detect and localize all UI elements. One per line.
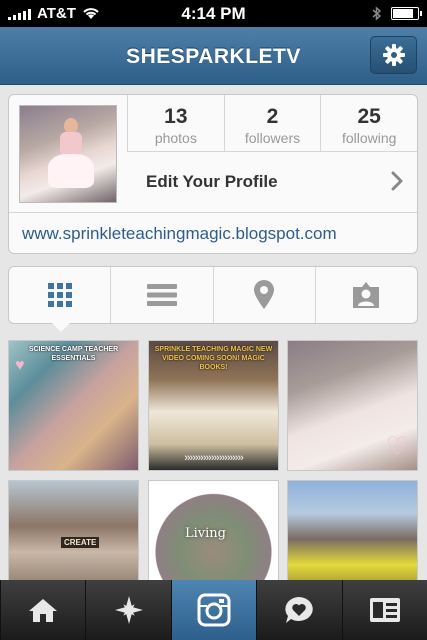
stat-photos[interactable]: 13 photos — [127, 95, 224, 151]
photo-thumbnail[interactable]: SPRINKLE TEACHING MAGIC NEW VIDEO COMING… — [148, 340, 279, 471]
list-icon — [146, 284, 177, 306]
tab-profile[interactable] — [341, 580, 427, 640]
stat-label: followers — [244, 130, 301, 146]
profile-card-icon — [369, 598, 400, 622]
profile-card: 13 photos 2 followers 25 following Edit … — [8, 94, 418, 254]
page-title: SHESPARKLETV — [126, 45, 301, 68]
battery-icon — [391, 7, 422, 20]
bottom-tab-bar — [0, 580, 427, 640]
profile-stats: 13 photos 2 followers 25 following — [127, 95, 417, 152]
location-pin-icon — [254, 280, 275, 309]
edit-profile-button[interactable]: Edit Your Profile — [127, 152, 417, 212]
photo-overlay-text: Living — [185, 526, 226, 541]
settings-button[interactable] — [370, 36, 417, 74]
tab-camera[interactable] — [170, 580, 257, 640]
chevron-right-icon — [391, 171, 403, 191]
navbar: SHESPARKLETV — [0, 27, 427, 85]
stat-value: 25 — [357, 105, 381, 128]
view-mode-tabs — [8, 266, 418, 324]
heart-icon: ♥ — [15, 357, 25, 374]
heart-icon: ♡ — [385, 431, 409, 461]
photo-thumbnail[interactable]: SCIENCE CAMP TEACHER ESSENTIALS ♥ — [8, 340, 139, 471]
avatar[interactable] — [19, 105, 117, 203]
tab-tagged-view[interactable] — [314, 267, 417, 323]
news-heart-icon — [285, 597, 314, 623]
website-link[interactable]: www.sprinkleteachingmagic.blogspot.com — [9, 212, 417, 253]
photo-caption: SCIENCE CAMP TEACHER ESSENTIALS — [28, 346, 119, 362]
tab-news[interactable] — [256, 580, 341, 640]
edit-profile-label: Edit Your Profile — [146, 172, 278, 191]
photo-thumbnail[interactable]: ♡ — [287, 340, 418, 471]
stat-value: 13 — [164, 105, 188, 128]
gear-icon — [382, 44, 405, 66]
stat-value: 2 — [266, 105, 279, 128]
bluetooth-icon — [372, 6, 381, 21]
status-bar: AT&T 4:14 PM — [0, 0, 427, 27]
grid-icon — [47, 283, 72, 307]
home-icon — [29, 599, 58, 622]
stat-label: following — [341, 130, 397, 146]
stat-followers[interactable]: 2 followers — [223, 95, 321, 151]
stat-label: photos — [154, 130, 197, 146]
photo-sign: CREATE — [61, 537, 100, 548]
tab-explore[interactable] — [85, 580, 170, 640]
tab-list-view[interactable] — [110, 267, 212, 323]
camera-icon — [197, 593, 231, 627]
chevron-border-decoration: ›››››››››››››››››››››› — [184, 452, 244, 464]
tagged-person-icon — [353, 282, 380, 308]
tab-map-view[interactable] — [212, 267, 315, 323]
tab-grid-view[interactable] — [9, 267, 110, 323]
tab-home[interactable] — [0, 580, 85, 640]
stat-following[interactable]: 25 following — [320, 95, 417, 151]
explore-star-icon — [114, 596, 143, 624]
photo-caption: SPRINKLE TEACHING MAGIC NEW VIDEO COMING… — [154, 346, 273, 371]
active-tab-pointer — [52, 323, 70, 332]
clock: 4:14 PM — [181, 4, 246, 23]
